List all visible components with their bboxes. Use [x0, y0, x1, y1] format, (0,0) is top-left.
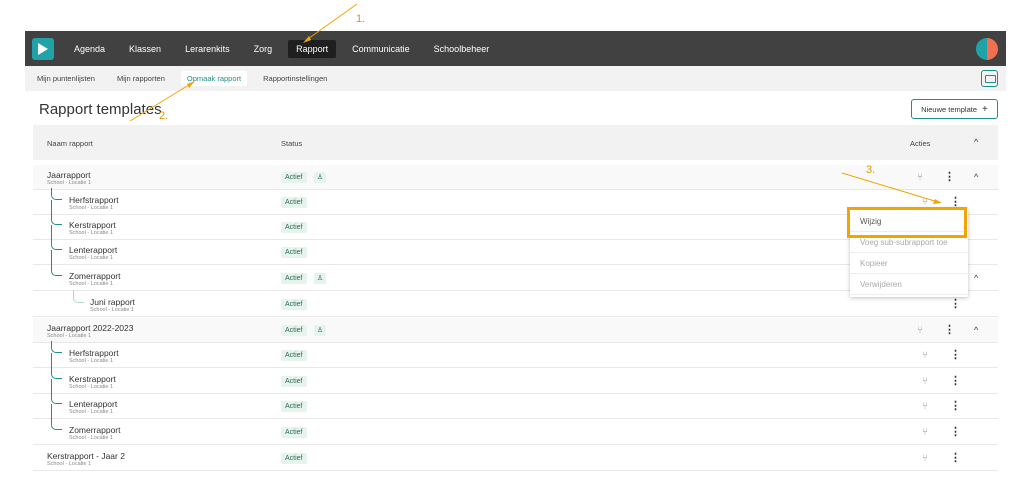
annotation-arrowhead-2 [187, 81, 195, 88]
annotation-label-3: 3. [866, 164, 876, 176]
screen: Agenda Klassen Lerarenkits Zorg Rapport … [0, 0, 1013, 481]
annotation-label-1: 1. [356, 13, 366, 25]
annotation-arrows [129, 3, 942, 204]
annotation-label-2: 2. [159, 110, 169, 122]
annotation-arrow-3 [841, 172, 939, 203]
annotation-arrow-1 [304, 3, 358, 42]
annotation-arrowhead-3 [933, 199, 942, 204]
